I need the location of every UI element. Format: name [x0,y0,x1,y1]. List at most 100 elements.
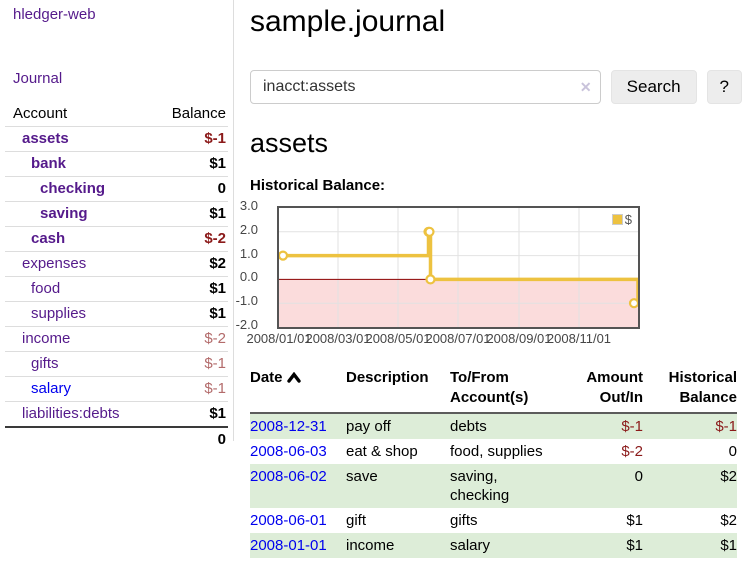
y-tick-label: 3.0 [224,198,258,214]
account-balance: $1 [149,277,228,302]
account-row-supplies: supplies $1 [5,302,228,327]
balance-chart: 3.02.01.00.0-1.0-2.0 $ 2008/01/012008/03… [250,198,742,350]
account-row-saving: saving $1 [5,202,228,227]
hledger-web-app: hledger-web Journal Account Balance asse… [0,0,742,582]
transaction-date-link[interactable]: 2008-12-31 [250,418,327,435]
main-content: sample.journal ✕ Search ? assets Histori… [250,0,742,558]
account-row-gifts: gifts $-1 [5,352,228,377]
description-column-header: Description [346,366,450,413]
account-link-saving[interactable]: saving [40,205,88,222]
account-balance: $1 [149,202,228,227]
accounts-total-value: 0 [149,427,228,452]
account-link-bank[interactable]: bank [31,155,66,172]
search-input[interactable] [250,70,601,104]
transaction-description: income [346,533,450,558]
account-link-salary[interactable]: salary [31,380,71,397]
accounts-column-header: To/From Account(s) [450,366,558,413]
x-tick-label: 2008/01/01 [246,331,311,346]
brand-link[interactable]: hledger-web [13,6,96,23]
balance-step-line [279,208,638,327]
transaction-accounts: salary [450,533,558,558]
register-table: Date Description To/From Account(s) Amou… [250,366,737,558]
account-balance: $1 [149,302,228,327]
x-tick-label: 2008/11/01 [547,331,611,346]
y-tick-label: 1.0 [224,246,258,262]
chart-title: Historical Balance: [250,178,742,194]
transaction-accounts: food, supplies [450,439,558,464]
account-link-gifts[interactable]: gifts [31,355,59,372]
account-balance: $-1 [149,127,228,152]
account-row-liabilities-debts: liabilities:debts $1 [5,402,228,428]
transaction-balance: $-1 [643,413,737,439]
accounts-total-row: 0 [5,427,228,452]
sidebar-item-journal[interactable]: Journal [13,70,62,87]
account-row-food: food $1 [5,277,228,302]
transaction-description: eat & shop [346,439,450,464]
account-link-assets[interactable]: assets [22,130,69,147]
transaction-amount: $-1 [558,413,643,439]
account-link-income[interactable]: income [22,330,70,347]
account-column-header: Account [5,102,149,127]
transaction-amount: $1 [558,508,643,533]
x-tick-label: 2008/09/01 [486,331,551,346]
transaction-amount: 0 [558,464,643,508]
legend-label: $ [625,212,632,227]
account-balance: $-2 [149,327,228,352]
account-row-cash: cash $-2 [5,227,228,252]
account-tree-table: Account Balance assets $-1 bank $1 check… [5,102,228,452]
transaction-balance: 0 [643,439,737,464]
balance-column-header: Historical Balance [643,366,737,413]
account-row-checking: checking 0 [5,177,228,202]
legend-swatch-icon [612,214,623,225]
x-tick-label: 2008/05/01 [365,331,430,346]
search-button[interactable]: Search [611,70,697,104]
account-balance: 0 [149,177,228,202]
account-balance: $-1 [149,352,228,377]
sort-ascending-icon [287,372,301,383]
account-link-liabilities-debts[interactable]: liabilities:debts [22,405,120,422]
transaction-date-link[interactable]: 2008-06-01 [250,512,327,529]
balance-column-header: Balance [149,102,228,127]
help-button[interactable]: ? [707,70,742,104]
transaction-date-link[interactable]: 2008-06-02 [250,468,327,485]
transaction-date-link[interactable]: 2008-06-03 [250,443,327,460]
transaction-amount: $-2 [558,439,643,464]
account-row-assets: assets $-1 [5,127,228,152]
transaction-accounts: gifts [450,508,558,533]
account-link-cash[interactable]: cash [31,230,65,247]
account-row-income: income $-2 [5,327,228,352]
transaction-description: gift [346,508,450,533]
transaction-description: pay off [346,413,450,439]
chart-plot-area[interactable]: $ [277,206,640,329]
account-heading: assets [250,129,742,157]
transaction-balance: $2 [643,464,737,508]
account-row-bank: bank $1 [5,152,228,177]
register-row: 2008-06-01 gift gifts $1 $2 [250,508,737,533]
account-row-salary: salary $-1 [5,377,228,402]
account-link-supplies[interactable]: supplies [31,305,86,322]
register-row: 2008-12-31 pay off debts $-1 $-1 [250,413,737,439]
account-balance: $-2 [149,227,228,252]
account-link-checking[interactable]: checking [40,180,105,197]
account-balance: $2 [149,252,228,277]
account-link-expenses[interactable]: expenses [22,255,86,272]
account-row-expenses: expenses $2 [5,252,228,277]
account-tree-header: Account Balance [5,102,228,127]
date-column-header[interactable]: Date [250,366,346,413]
register-row: 2008-06-02 save saving, checking 0 $2 [250,464,737,508]
transaction-amount: $1 [558,533,643,558]
account-link-food[interactable]: food [31,280,60,297]
register-row: 2008-06-03 eat & shop food, supplies $-2… [250,439,737,464]
account-balance: $-1 [149,377,228,402]
transaction-date-link[interactable]: 2008-01-01 [250,537,327,554]
search-form: ✕ Search ? [250,70,742,104]
x-tick-label: 2008/03/01 [305,331,370,346]
page-title: sample.journal [250,2,742,42]
y-tick-label: 0.0 [224,269,258,285]
clear-search-icon[interactable]: ✕ [580,79,592,95]
transaction-accounts: saving, checking [450,464,558,508]
x-tick-label: 2008/07/01 [425,331,490,346]
register-row: 2008-01-01 income salary $1 $1 [250,533,737,558]
register-header-row: Date Description To/From Account(s) Amou… [250,366,737,413]
account-balance: $1 [149,402,228,428]
